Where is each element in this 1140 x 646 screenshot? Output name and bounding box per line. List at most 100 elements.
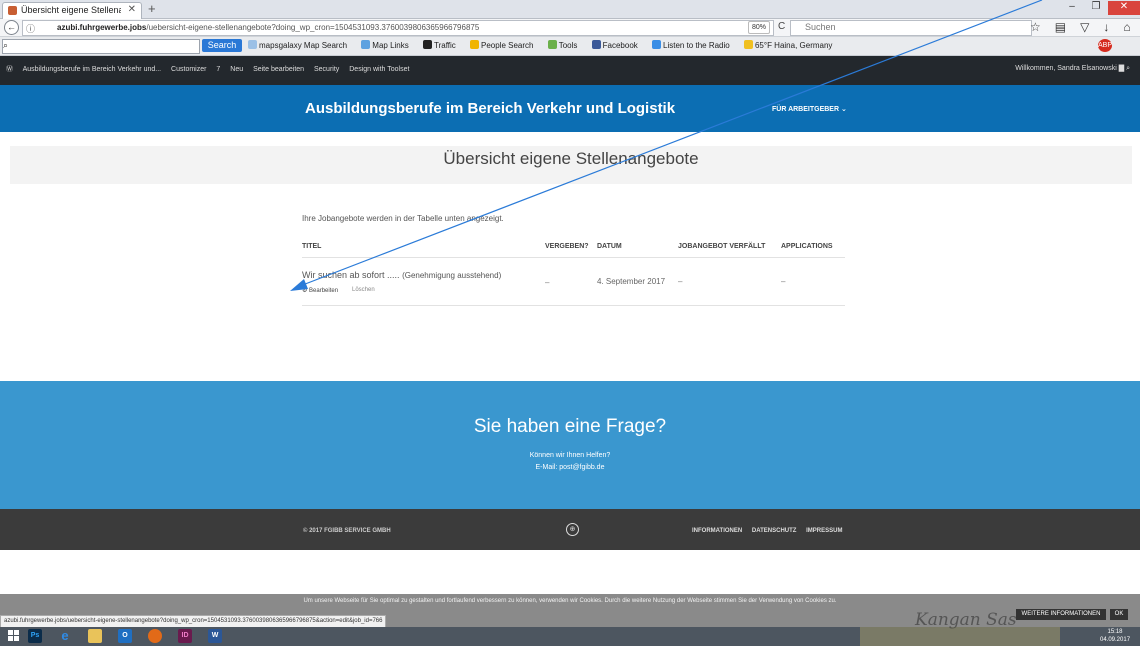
download-icon[interactable]: ↓ <box>1103 20 1123 34</box>
footer-logo-icon[interactable]: ⊕ <box>566 523 579 536</box>
admin-updates[interactable]: 7 <box>216 66 220 73</box>
wp-admin-bar: Ⓦ Ausbildungsberufe im Bereich Verkehr u… <box>0 56 1140 85</box>
question-help-text: Können wir Ihnen Helfen? <box>529 452 611 459</box>
internet-explorer-icon[interactable]: e <box>58 629 72 643</box>
footer-links: INFORMATIONEN DATENSCHUTZ IMPRESSUM <box>692 528 850 534</box>
browser-tab[interactable]: Übersicht eigene Stellenang ✕ <box>2 2 142 19</box>
cookie-ok-button[interactable]: OK <box>1110 609 1128 620</box>
browser-tab-bar: Übersicht eigene Stellenang ✕ + –❐✕ <box>0 0 1140 19</box>
traffic-icon <box>422 40 432 49</box>
toolbar-link[interactable]: Listen to the Radio <box>652 40 736 50</box>
question-email[interactable]: E-Mail: post@fgibb.de <box>0 464 1140 471</box>
site-favicon-icon <box>8 6 17 15</box>
admin-new[interactable]: Neu <box>230 66 243 73</box>
photoshop-icon[interactable]: Ps <box>28 629 42 643</box>
minimize-icon[interactable]: – <box>1060 1 1084 15</box>
col-header-vergeben: VERGEBEN? <box>545 243 589 250</box>
mapsgalaxy-icon <box>248 40 257 49</box>
question-title: Sie haben eine Frage? <box>473 416 667 437</box>
page-title-banner: Übersicht eigene Stellenangebote <box>10 146 1132 184</box>
cookie-text: Um unsere Webseite für Sie optimal zu ge… <box>303 598 837 604</box>
word-icon[interactable]: W <box>208 629 222 643</box>
toolbar-link[interactable]: People Search <box>470 40 539 50</box>
search-placeholder: Suchen <box>805 22 836 32</box>
toolbar-link[interactable]: mapsgalaxy Map Search <box>248 40 353 50</box>
file-explorer-icon[interactable] <box>88 629 102 643</box>
page-title: Übersicht eigene Stellenangebote <box>443 149 699 168</box>
indesign-icon[interactable]: ID <box>178 629 192 643</box>
toolbar-search-input[interactable]: ⌕ <box>2 39 200 54</box>
close-window-icon[interactable]: ✕ <box>1108 1 1140 15</box>
home-icon[interactable]: ⌂ <box>1123 20 1140 34</box>
admin-bar-items: Ⓦ Ausbildungsberufe im Bereich Verkehr u… <box>6 64 417 74</box>
tools-icon <box>547 40 557 49</box>
cell-applications: – <box>781 277 786 286</box>
site-header: Ausbildungsberufe im Bereich Verkehr und… <box>0 85 1140 132</box>
map-icon <box>361 40 371 49</box>
back-arrow-icon[interactable]: ← <box>4 20 19 35</box>
delete-job-link[interactable]: Löschen <box>352 287 375 293</box>
site-footer: © 2017 FGIBB SERVICE GMBH ⊕ INFORMATIONE… <box>0 509 1140 550</box>
col-header-date: DATUM <box>597 243 622 250</box>
web-search-input[interactable]: Suchen <box>790 20 1032 36</box>
admin-security[interactable]: Security <box>314 66 339 73</box>
browser-toolbar-icons: ☆▤▽↓⌂≡ <box>1030 20 1140 34</box>
toolbar-search-button[interactable]: Search <box>202 39 242 52</box>
job-title[interactable]: Wir suchen ab sofort ..... (Genehmigung … <box>302 270 501 280</box>
edit-job-link[interactable]: ⚙ Bearbeiten <box>302 287 338 294</box>
intro-text: Ihre Jobangebote werden in der Tabelle u… <box>302 214 504 223</box>
question-section: Sie haben eine Frage? Können wir Ihnen H… <box>0 381 1140 509</box>
facebook-icon <box>591 40 601 49</box>
weather-icon <box>743 40 753 49</box>
table-divider <box>302 257 845 258</box>
admin-site-link[interactable]: Ausbildungsberufe im Bereich Verkehr und… <box>23 66 162 73</box>
adblock-icon[interactable]: ABP <box>1098 39 1112 52</box>
job-status: (Genehmigung ausstehend) <box>402 271 502 280</box>
search-toolbar: ⌕ Search mapsgalaxy Map Search Map Links… <box>0 37 1140 56</box>
zoom-level[interactable]: 80% <box>748 21 770 34</box>
site-title[interactable]: Ausbildungsberufe im Bereich Verkehr und… <box>305 100 675 117</box>
close-tab-icon[interactable]: ✕ <box>128 4 136 15</box>
wordpress-logo-icon[interactable]: Ⓦ <box>6 66 13 73</box>
firefox-icon[interactable] <box>148 629 162 643</box>
address-bar[interactable]: ⓘ azubi.fuhrgewerbe.jobs/uebersicht-eige… <box>22 20 774 36</box>
radio-play-icon <box>652 40 662 49</box>
col-header-title: TITEL <box>302 243 322 250</box>
toolbar-link[interactable]: Facebook <box>591 40 644 50</box>
site-info-icon[interactable]: ⓘ <box>26 22 35 35</box>
admin-toolset[interactable]: Design with Toolset <box>349 66 409 73</box>
toolbar-links: mapsgalaxy Map Search Map Links Traffic … <box>248 40 844 50</box>
toolbar-link[interactable]: Traffic <box>422 40 462 50</box>
toolbar-link[interactable]: Map Links <box>361 40 414 50</box>
taskbar-clock[interactable]: 15:18 04.09.2017 <box>1100 628 1130 644</box>
col-header-expires: JOBANGEBOT VERFÄLLT <box>678 243 766 250</box>
library-icon[interactable]: ▤ <box>1055 20 1080 34</box>
cell-expires: – <box>678 277 683 286</box>
windows-start-icon[interactable] <box>8 630 20 642</box>
people-search-icon <box>470 40 479 49</box>
admin-customizer[interactable]: Customizer <box>171 66 206 73</box>
outlook-icon[interactable]: O <box>118 629 132 643</box>
toolbar-link[interactable]: Tools <box>547 40 584 50</box>
cell-vergeben: – <box>545 278 550 287</box>
admin-edit-page[interactable]: Seite bearbeiten <box>253 66 304 73</box>
window-controls: – ❐ ✕ <box>1060 0 1140 16</box>
cookie-more-info-button[interactable]: WEITERE INFORMATIONEN <box>1016 609 1106 620</box>
footer-link-informationen[interactable]: INFORMATIONEN <box>692 528 742 534</box>
admin-welcome[interactable]: Willkommen, Sandra Elsanowski ▇ ⌕ <box>1015 64 1130 73</box>
reload-icon[interactable]: C <box>778 21 785 32</box>
pocket-icon[interactable]: ▽ <box>1080 20 1103 34</box>
toolbar-link[interactable]: 65°F Haina, Germany <box>743 40 838 50</box>
footer-link-impressum[interactable]: IMPRESSUM <box>806 528 842 534</box>
table-divider <box>302 305 845 306</box>
tab-title: Übersicht eigene Stellenang <box>21 5 121 15</box>
footer-link-datenschutz[interactable]: DATENSCHUTZ <box>752 528 797 534</box>
bookmark-star-icon[interactable]: ☆ <box>1030 20 1055 34</box>
new-tab-icon[interactable]: + <box>148 1 156 16</box>
restore-icon[interactable]: ❐ <box>1084 1 1108 15</box>
wallpaper-signature: Kangan Sas <box>915 610 1017 630</box>
nav-employer-menu[interactable]: FÜR ARBEITGEBER ⌄ <box>772 105 847 113</box>
copyright: © 2017 FGIBB SERVICE GMBH <box>303 528 391 534</box>
col-header-applications: APPLICATIONS <box>781 243 833 250</box>
cell-date: 4. September 2017 <box>597 277 666 286</box>
